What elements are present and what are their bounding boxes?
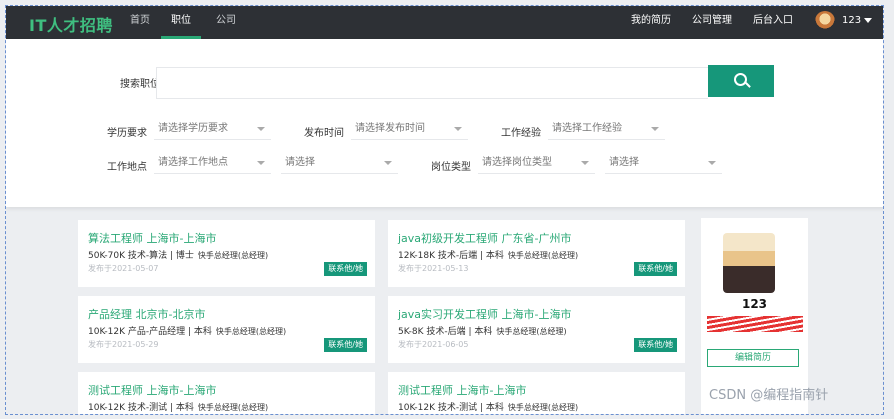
job-title[interactable]: 算法工程师 上海市-上海市 (88, 230, 216, 246)
job-meta: 10K-12K 技术-测试 | 本科 (88, 403, 194, 413)
job-date: 发布于2021-05-13 (398, 264, 469, 273)
job-meta: 5K-8K 技术-后端 | 本科 (398, 327, 493, 337)
site-logo[interactable]: IT人才招聘 (29, 12, 113, 36)
publish-time-label: 发布时间 (304, 128, 344, 139)
job-company: 快手总经理(总经理) (507, 403, 579, 412)
job-title[interactable]: 测试工程师 上海市-上海市 (398, 382, 526, 398)
filter-panel: 搜索职位 学历要求 请选择学历要求 发布时间 请选择发布时间 工作经验 请选择工… (6, 39, 883, 207)
redaction-scribble (707, 316, 803, 332)
job-company: 快手总经理(总经理) (197, 403, 269, 412)
contact-button[interactable]: 联系他/她 (324, 262, 367, 276)
job-card[interactable]: 测试工程师 上海市-上海市 10K-12K 技术-测试 | 本科 快手总经理(总经… (388, 372, 685, 414)
job-title[interactable]: java初级开发工程师 广东省-广州市 (398, 230, 572, 246)
jobtype-select[interactable]: 请选择岗位类型 (478, 152, 595, 174)
chevron-down-icon (581, 161, 589, 165)
search-label: 搜索职位 (120, 79, 160, 90)
job-date: 发布于2021-05-07 (88, 264, 159, 273)
chevron-down-icon (384, 161, 392, 165)
chevron-down-icon (651, 127, 659, 131)
nav-admin-entry[interactable]: 后台入口 (753, 6, 793, 39)
chevron-down-icon (454, 127, 462, 131)
chevron-down-icon (708, 161, 716, 165)
publish-time-select[interactable]: 请选择发布时间 (351, 118, 468, 140)
top-nav: IT人才招聘 首页 职位 公司 我的简历 公司管理 后台入口 123 (6, 6, 883, 39)
watermark: CSDN @编程指南针 (709, 388, 829, 403)
job-date: 发布于2021-05-29 (88, 340, 159, 349)
search-input[interactable] (156, 67, 708, 99)
jobtype-label: 岗位类型 (431, 162, 471, 173)
contact-button[interactable]: 联系他/她 (634, 338, 677, 352)
job-company: 快手总经理(总经理) (197, 251, 269, 260)
location-select[interactable]: 请选择工作地点 (154, 152, 271, 174)
job-meta: 10K-12K 技术-测试 | 本科 (398, 403, 504, 413)
user-avatar[interactable] (815, 11, 835, 31)
job-card[interactable]: 算法工程师 上海市-上海市 50K-70K 技术-算法 | 博士 快手总经理(总经… (78, 220, 375, 287)
job-company: 快手总经理(总经理) (507, 251, 579, 260)
contact-button[interactable]: 联系他/她 (324, 338, 367, 352)
job-card[interactable]: 测试工程师 上海市-上海市 10K-12K 技术-测试 | 本科 快手总经理(总经… (78, 372, 375, 414)
job-company: 快手总经理(总经理) (215, 327, 287, 336)
search-button[interactable] (708, 65, 774, 97)
job-card[interactable]: 产品经理 北京市-北京市 10K-12K 产品-产品经理 | 本科 快手总经理(总… (78, 296, 375, 363)
experience-label: 工作经验 (501, 128, 541, 139)
chevron-down-icon (257, 127, 265, 131)
chevron-down-icon (864, 17, 873, 23)
job-company: 快手总经理(总经理) (496, 327, 567, 336)
contact-button[interactable]: 联系他/她 (634, 262, 677, 276)
chevron-down-icon (257, 161, 265, 165)
profile-avatar (723, 233, 775, 293)
nav-jobs[interactable]: 职位 (161, 6, 201, 39)
education-select[interactable]: 请选择学历要求 (154, 118, 271, 140)
job-meta: 50K-70K 技术-算法 | 博士 (88, 251, 194, 261)
browser-frame: IT人才招聘 首页 职位 公司 我的简历 公司管理 后台入口 123 搜索职位 … (5, 5, 884, 415)
job-card[interactable]: java实习开发工程师 上海市-上海市 5K-8K 技术-后端 | 本科 快手总经… (388, 296, 685, 363)
user-menu[interactable]: 123 (842, 6, 873, 39)
profile-name: 123 (741, 297, 768, 311)
job-title[interactable]: 产品经理 北京市-北京市 (88, 306, 205, 322)
nav-companies[interactable]: 公司 (216, 6, 236, 39)
job-date: 发布于2021-06-05 (398, 340, 469, 349)
user-name: 123 (842, 15, 862, 26)
experience-select[interactable]: 请选择工作经验 (548, 118, 665, 140)
location-label: 工作地点 (107, 162, 147, 173)
nav-my-resume[interactable]: 我的简历 (631, 6, 671, 39)
job-title[interactable]: 测试工程师 上海市-上海市 (88, 382, 216, 398)
nav-company-manage[interactable]: 公司管理 (692, 6, 732, 39)
edit-resume-button[interactable]: 编辑简历 (707, 349, 799, 367)
location-sub-select[interactable]: 请选择 (281, 152, 398, 174)
job-title[interactable]: java实习开发工程师 上海市-上海市 (398, 306, 572, 322)
job-meta: 12K-18K 技术-后端 | 本科 (398, 251, 504, 261)
jobtype-sub-select[interactable]: 请选择 (605, 152, 722, 174)
job-card[interactable]: java初级开发工程师 广东省-广州市 12K-18K 技术-后端 | 本科 快手… (388, 220, 685, 287)
education-label: 学历要求 (107, 128, 147, 139)
nav-home[interactable]: 首页 (130, 6, 150, 39)
job-meta: 10K-12K 产品-产品经理 | 本科 (88, 327, 212, 337)
